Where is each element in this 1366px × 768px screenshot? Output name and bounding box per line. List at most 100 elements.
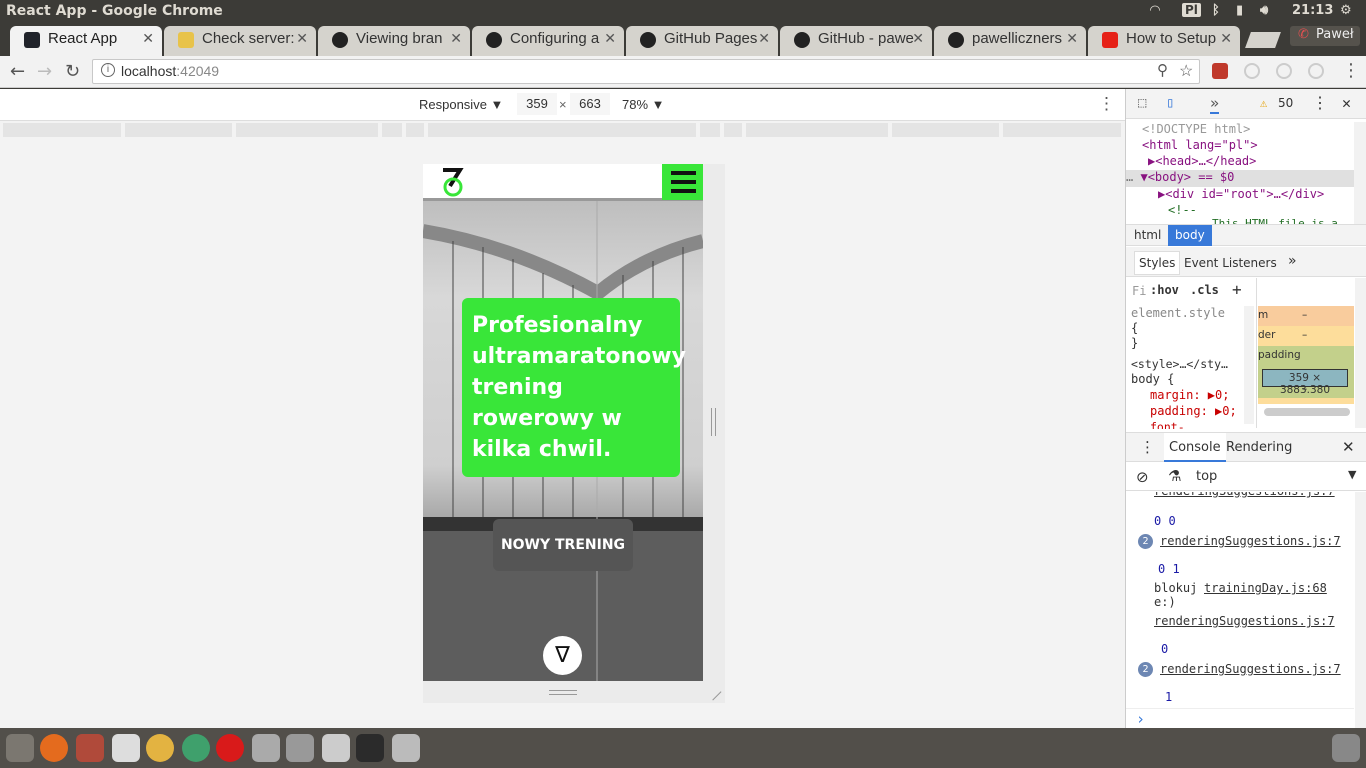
style-property[interactable]: font- xyxy=(1150,420,1185,429)
warning-count[interactable]: 50 xyxy=(1278,96,1293,110)
tab-console[interactable]: Console xyxy=(1164,433,1226,462)
new-tab-button[interactable] xyxy=(1245,32,1281,48)
more-panels-icon[interactable]: » xyxy=(1210,94,1220,114)
drawer-menu-icon[interactable]: ⋮ xyxy=(1140,438,1155,456)
log-source-link[interactable]: renderingSuggestions.js:7 xyxy=(1160,534,1341,548)
dom-line[interactable]: <html lang="pl"> xyxy=(1142,138,1258,152)
styles-scrollbar[interactable] xyxy=(1244,306,1254,424)
close-tab-icon[interactable]: ✕ xyxy=(1220,30,1232,47)
address-bar[interactable]: i localhost:42049 ⚲ ☆ xyxy=(92,59,1200,84)
dom-line[interactable]: <!DOCTYPE html> xyxy=(1142,122,1250,136)
info-icon[interactable]: i xyxy=(101,63,115,77)
context-dropdown-icon[interactable]: ▼ xyxy=(1348,468,1356,481)
style-property[interactable]: padding: ▶0; xyxy=(1150,404,1237,418)
style-rule[interactable]: element.style xyxy=(1131,306,1225,320)
add-rule-icon[interactable]: + xyxy=(1232,280,1242,299)
width-input[interactable]: 359 xyxy=(517,93,557,115)
forward-arrow-icon[interactable]: → xyxy=(37,61,52,82)
content-dimensions[interactable]: 359 × 3883.380 xyxy=(1262,369,1348,396)
crumb-body[interactable]: body xyxy=(1168,225,1212,246)
tab-event-listeners[interactable]: Event Listeners xyxy=(1184,256,1277,270)
warning-icon[interactable]: ⚠ xyxy=(1260,96,1267,110)
reload-icon[interactable]: ↻ xyxy=(65,61,80,82)
back-arrow-icon[interactable]: ← xyxy=(10,61,25,82)
tab-react-app[interactable]: React App ✕ xyxy=(10,26,162,56)
zoom-select[interactable]: 78% ▼ xyxy=(622,97,665,112)
styles-filter-input[interactable]: Fi xyxy=(1132,284,1146,298)
border-value[interactable]: – xyxy=(1302,329,1307,341)
hamburger-menu-button[interactable] xyxy=(662,164,703,200)
new-training-button[interactable]: NOWY TRENING xyxy=(493,519,633,571)
close-tab-icon[interactable]: ✕ xyxy=(1066,30,1078,47)
ubuntu-menu-icon[interactable] xyxy=(6,734,34,762)
device-select[interactable]: Responsive ▼ xyxy=(419,97,503,112)
bookmark-star-icon[interactable]: ☆ xyxy=(1179,61,1193,81)
tools-icon[interactable] xyxy=(252,734,280,762)
keyboard-layout-indicator[interactable]: Pl xyxy=(1182,3,1201,17)
style-property[interactable]: margin: ▶0; xyxy=(1150,388,1229,402)
extension-icon[interactable] xyxy=(1212,63,1228,79)
console-scrollbar[interactable] xyxy=(1355,492,1366,728)
wifi-icon[interactable]: ◠ xyxy=(1150,3,1160,18)
resize-handle-right[interactable] xyxy=(711,408,716,436)
tab-configuring[interactable]: Configuring a ✕ xyxy=(472,26,624,56)
crumb-html[interactable]: html xyxy=(1134,228,1161,242)
tab-github-pawel[interactable]: GitHub - pawe ✕ xyxy=(780,26,932,56)
resize-handle-bottom[interactable] xyxy=(549,690,577,695)
files-icon[interactable] xyxy=(76,734,104,762)
extension-icon[interactable] xyxy=(1276,63,1292,79)
hov-toggle[interactable]: :hov xyxy=(1150,283,1179,297)
close-tab-icon[interactable]: ✕ xyxy=(450,30,462,47)
scroll-down-button[interactable]: ∇ xyxy=(543,636,582,675)
tab-how-to-setup[interactable]: How to Setup ✕ xyxy=(1088,26,1240,56)
chrome-icon[interactable] xyxy=(146,734,174,762)
close-tab-icon[interactable]: ✕ xyxy=(142,30,154,47)
more-tabs-icon[interactable]: » xyxy=(1288,253,1297,269)
extension-icon[interactable] xyxy=(1308,63,1324,79)
atom-icon[interactable] xyxy=(182,734,210,762)
inspect-element-icon[interactable]: ⬚ xyxy=(1138,95,1146,111)
log-source-link[interactable]: renderingSuggestions.js:7 xyxy=(1154,614,1335,628)
log-source-link[interactable]: renderingSuggestions.js:7 xyxy=(1160,662,1341,676)
extension-icon[interactable] xyxy=(1244,63,1260,79)
log-source-link[interactable]: trainingDay.js:68 xyxy=(1204,581,1327,595)
dom-scrollbar[interactable] xyxy=(1354,122,1366,226)
close-tab-icon[interactable]: ✕ xyxy=(912,30,924,47)
tab-viewing-branches[interactable]: Viewing bran ✕ xyxy=(318,26,470,56)
style-source[interactable]: <style>…</sty… xyxy=(1131,357,1228,371)
close-drawer-icon[interactable]: ✕ xyxy=(1342,438,1355,456)
tab-pawelliczners[interactable]: pawelliczners ✕ xyxy=(934,26,1086,56)
calendar-icon[interactable] xyxy=(322,734,350,762)
opera-icon[interactable] xyxy=(216,734,244,762)
chrome-menu-icon[interactable]: ⋮ xyxy=(1342,60,1360,81)
clear-console-icon[interactable]: ⊘ xyxy=(1136,468,1149,486)
height-input[interactable]: 663 xyxy=(570,93,610,115)
device-more-icon[interactable]: ⋮ xyxy=(1098,94,1115,114)
text-editor-icon[interactable] xyxy=(112,734,140,762)
volume-icon[interactable]: 🔊︎ xyxy=(1260,3,1268,18)
tab-rendering[interactable]: Rendering xyxy=(1226,440,1292,455)
drive-icon[interactable] xyxy=(392,734,420,762)
dom-line[interactable]: ▶<div id="root">…</div> xyxy=(1158,187,1324,201)
calculator-icon[interactable] xyxy=(286,734,314,762)
context-select[interactable]: top xyxy=(1196,469,1217,484)
dom-line[interactable]: <!-- xyxy=(1168,203,1197,217)
zoom-search-icon[interactable]: ⚲ xyxy=(1157,61,1168,79)
filter-icon[interactable]: ⚗ xyxy=(1168,467,1181,485)
dom-selected-row[interactable]: … ▼<body> == $0 xyxy=(1126,170,1354,187)
firefox-icon[interactable] xyxy=(40,734,68,762)
log-source-link[interactable]: renderingSuggestions.js:7 xyxy=(1154,492,1335,498)
close-tab-icon[interactable]: ✕ xyxy=(758,30,770,47)
console-prompt[interactable]: › xyxy=(1136,710,1145,728)
box-model-scrollbar[interactable] xyxy=(1355,278,1366,428)
close-tab-icon[interactable]: ✕ xyxy=(604,30,616,47)
media-query-ruler[interactable] xyxy=(0,121,1125,139)
trash-icon[interactable] xyxy=(1332,734,1360,762)
tab-styles[interactable]: Styles xyxy=(1134,251,1181,275)
style-selector[interactable]: body { xyxy=(1131,372,1174,386)
devtools-menu-icon[interactable]: ⋮ xyxy=(1312,93,1328,112)
battery-icon[interactable]: ▮ xyxy=(1236,3,1243,18)
bluetooth-icon[interactable]: ᛒ xyxy=(1212,3,1220,18)
close-devtools-icon[interactable]: ✕ xyxy=(1342,94,1351,112)
terminal-icon[interactable] xyxy=(356,734,384,762)
